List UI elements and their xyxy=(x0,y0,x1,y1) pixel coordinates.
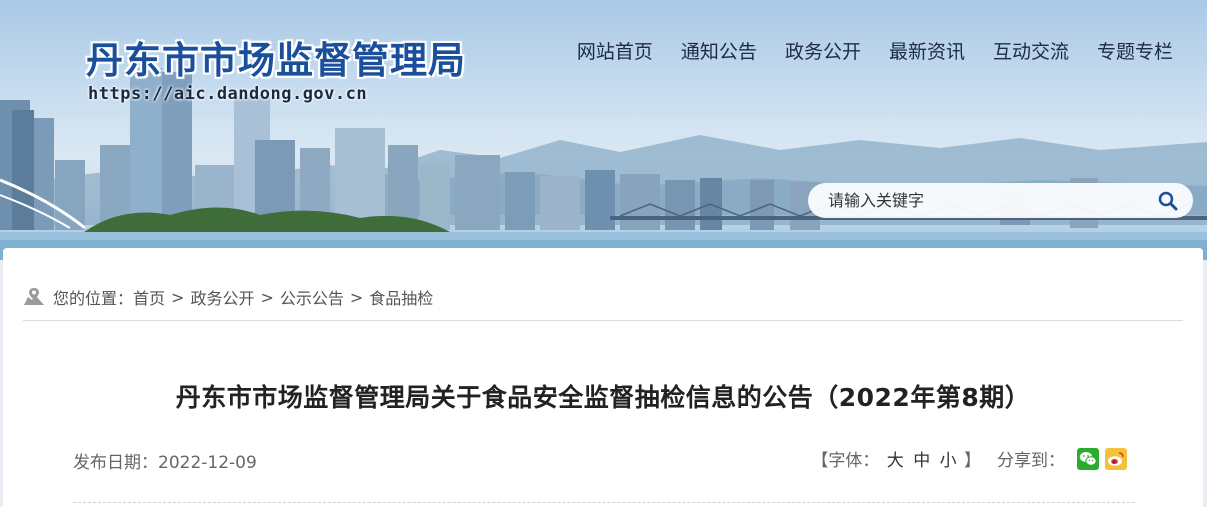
nav-item-gov-affairs[interactable]: 政务公开 xyxy=(771,38,875,66)
font-label-open: 【字体： xyxy=(811,451,880,471)
weibo-share-icon[interactable] xyxy=(1105,447,1127,470)
site-url: https://aic.dandong.gov.cn xyxy=(88,84,368,104)
publish-date: 发布日期：2022-12-09 xyxy=(73,448,257,473)
breadcrumb-separator: > xyxy=(349,287,364,307)
breadcrumb-item-gov-affairs[interactable]: 政务公开 xyxy=(190,285,254,309)
nav-item-topics[interactable]: 专题专栏 xyxy=(1083,38,1187,66)
header-banner: 丹东市市场监督管理局 https://aic.dandong.gov.cn 网站… xyxy=(0,0,1207,260)
nav-item-interaction[interactable]: 互动交流 xyxy=(979,38,1083,66)
font-medium-button[interactable]: 中 xyxy=(913,451,930,471)
font-label-close: 】 xyxy=(964,451,981,471)
search-input[interactable] xyxy=(828,191,1128,210)
breadcrumb: 您的位置： 首页 > 政务公开 > 公示公告 > 食品抽检 xyxy=(23,285,433,309)
breadcrumb-item-food-sampling[interactable]: 食品抽检 xyxy=(369,285,433,309)
search-box xyxy=(808,183,1193,218)
breadcrumb-item-home[interactable]: 首页 xyxy=(133,285,165,309)
breadcrumb-item-public-notice[interactable]: 公示公告 xyxy=(280,285,344,309)
share-label: 分享到： xyxy=(997,451,1065,471)
wechat-share-icon[interactable] xyxy=(1077,447,1099,470)
site-title[interactable]: 丹东市市场监督管理局 xyxy=(86,30,466,84)
nav-item-home[interactable]: 网站首页 xyxy=(563,38,667,66)
main-nav: 网站首页 通知公告 政务公开 最新资讯 互动交流 专题专栏 xyxy=(563,38,1187,66)
publish-date-value: 2022-12-09 xyxy=(158,453,257,473)
article-tools: 【字体： 大 中 小 】 分享到： xyxy=(811,446,1127,471)
publish-date-label: 发布日期： xyxy=(73,453,158,473)
location-map-icon xyxy=(23,287,45,307)
font-large-button[interactable]: 大 xyxy=(887,451,904,471)
font-size-control: 【字体： 大 中 小 】 xyxy=(811,446,981,471)
nav-item-news[interactable]: 最新资讯 xyxy=(875,38,979,66)
breadcrumb-divider xyxy=(23,320,1183,321)
content-card: 您的位置： 首页 > 政务公开 > 公示公告 > 食品抽检 丹东市市场监督管理局… xyxy=(3,248,1203,507)
breadcrumb-prefix: 您的位置： xyxy=(53,289,134,308)
breadcrumb-separator: > xyxy=(260,287,274,307)
font-small-button[interactable]: 小 xyxy=(940,451,957,471)
meta-divider xyxy=(73,502,1135,503)
search-icon[interactable] xyxy=(1157,190,1179,212)
breadcrumb-separator: > xyxy=(171,287,185,307)
nav-item-notices[interactable]: 通知公告 xyxy=(667,38,771,66)
article-title: 丹东市市场监督管理局关于食品安全监督抽检信息的公告（2022年第8期） xyxy=(175,383,1031,412)
